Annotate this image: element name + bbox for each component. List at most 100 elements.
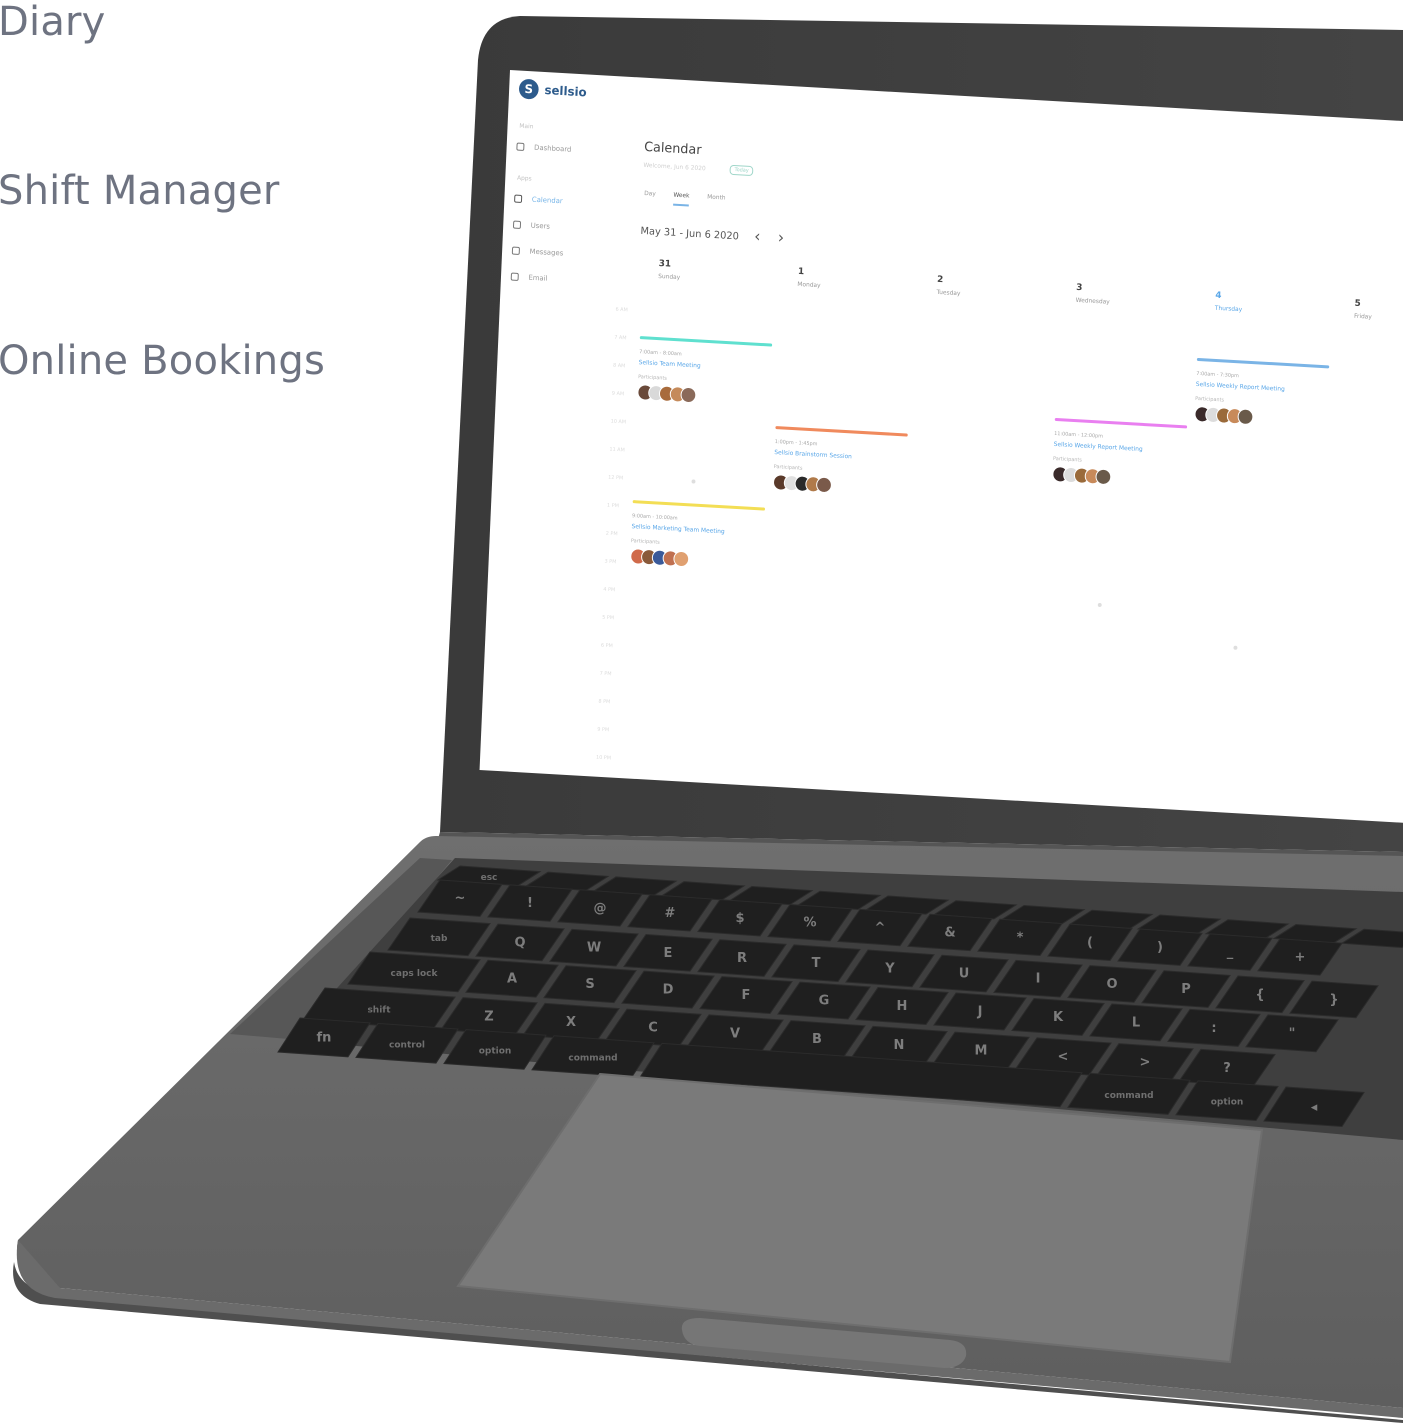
app-logo[interactable]: S sellsio	[518, 78, 588, 103]
key-label: (	[1087, 935, 1093, 950]
key-label: #	[665, 906, 676, 921]
calendar-event[interactable]: 1:00pm - 1:45pm Sellsio Brainstorm Sessio…	[772, 426, 908, 498]
time-label: 7 AM	[614, 334, 627, 342]
key-label: H	[897, 999, 908, 1014]
key-label: shift	[367, 1006, 391, 1016]
day-number: 3	[1076, 282, 1083, 294]
day-number: 31	[658, 258, 672, 270]
day-number: 4	[1215, 290, 1222, 302]
calendar-event[interactable]: 7:00am - 7:30pm Sellsio Weekly Report Mee…	[1194, 357, 1330, 430]
time-label: 8 PM	[598, 698, 611, 706]
avatar[interactable]	[815, 476, 833, 494]
key-label: U	[959, 967, 970, 982]
participant-avatars	[637, 384, 770, 408]
time-label: 10 PM	[595, 754, 612, 762]
sidebar-item-label: Email	[528, 273, 548, 283]
key-label: &	[944, 925, 955, 940]
time-label: 9 PM	[597, 726, 610, 734]
event-color-bar	[1196, 357, 1330, 369]
avatar[interactable]	[1237, 408, 1254, 426]
tab-day[interactable]: Day	[644, 190, 656, 205]
sidebar-item-calendar[interactable]: Calendar	[514, 191, 613, 213]
key-label: command	[1104, 1091, 1153, 1101]
key-label: {	[1255, 987, 1264, 1002]
avatar[interactable]	[673, 550, 690, 568]
time-label: 3 PM	[604, 558, 617, 566]
chevron-left-icon[interactable]: ‹	[754, 226, 761, 245]
day-name: Sunday	[658, 272, 681, 282]
day-name: Thursday	[1214, 304, 1243, 314]
key-label: I	[1036, 972, 1041, 987]
day-name: Monday	[797, 280, 821, 290]
tab-week[interactable]: Week	[672, 191, 690, 207]
sidebar-item-label: Dashboard	[533, 143, 572, 154]
sidebar-item-label: Calendar	[531, 195, 563, 206]
key-label: control	[389, 1040, 425, 1050]
sidebar-item-users[interactable]: Users	[512, 217, 612, 239]
key-label: A	[507, 972, 517, 987]
key-label: tab	[431, 934, 448, 944]
users-icon	[512, 220, 522, 230]
mail-icon	[510, 272, 519, 282]
key-label: V	[730, 1026, 740, 1041]
avatar[interactable]	[1095, 468, 1112, 486]
time-label: 2 PM	[605, 530, 618, 538]
participant-avatars	[1052, 465, 1185, 490]
key-label: D	[663, 983, 674, 998]
slot-marker	[1233, 645, 1238, 650]
key-label: !	[527, 896, 533, 911]
time-label: 6 AM	[615, 306, 628, 314]
day-number: 1	[797, 266, 805, 278]
participant-avatars	[1194, 405, 1327, 430]
sidebar-item-messages[interactable]: Messages	[511, 243, 611, 265]
day-number: 2	[936, 274, 944, 286]
today-badge[interactable]: Today	[729, 164, 754, 177]
calendar-event[interactable]: 11:00am - 12:00pm Sellsio Weekly Report M…	[1052, 417, 1188, 490]
key-label: fn	[317, 1030, 332, 1045]
chat-icon	[511, 246, 520, 256]
sidebar-group-label: Main	[519, 122, 534, 131]
key-label: >	[1140, 1055, 1151, 1070]
key-label: option	[1211, 1098, 1244, 1108]
tab-month[interactable]: Month	[707, 194, 726, 209]
sidebar-item-email[interactable]: Email	[510, 269, 609, 291]
sidebar-group-label: Apps	[516, 174, 532, 183]
key-label: G	[819, 994, 830, 1009]
key-label: caps lock	[391, 969, 439, 979]
key-label: _	[1227, 945, 1234, 960]
calendar-event[interactable]: 9:00am - 10:00am Sellsio Marketing Team M…	[629, 500, 766, 572]
key-label: ~	[455, 891, 466, 906]
key-label: E	[664, 946, 673, 961]
slot-marker	[691, 479, 696, 484]
chevron-right-icon[interactable]: ›	[777, 228, 784, 247]
time-label: 6 PM	[600, 642, 613, 650]
participant-avatars	[772, 474, 906, 498]
key-label: ?	[1223, 1061, 1231, 1076]
key-label: X	[566, 1015, 576, 1030]
time-label: 4 PM	[603, 586, 616, 594]
key-label: ^	[875, 921, 886, 936]
key-label: )	[1157, 940, 1163, 955]
logo-mark: S	[518, 78, 540, 100]
key-label: <	[1058, 1049, 1069, 1064]
key-label: P	[1181, 982, 1191, 997]
day-name: Friday	[1353, 312, 1372, 321]
avatar[interactable]	[680, 386, 697, 404]
key-label: Q	[514, 935, 525, 950]
key-label: command	[568, 1053, 617, 1063]
view-tabs: Day Week Month	[644, 190, 726, 209]
page-subtitle: Welcome, Jun 6 2020	[643, 161, 706, 173]
event-color-bar	[1054, 417, 1188, 429]
key-label: }	[1329, 992, 1338, 1007]
key-label: Z	[484, 1009, 493, 1024]
key-label: $	[735, 911, 744, 926]
calendar-event[interactable]: 7:00am - 8:00am Sellsio Team Meeting Parti…	[637, 336, 773, 408]
sidebar-item-dashboard[interactable]: Dashboard	[516, 139, 615, 161]
time-label: 12 PM	[608, 474, 624, 482]
sidebar-item-label: Messages	[529, 247, 564, 258]
key-label: B	[812, 1032, 822, 1047]
page-title: Calendar	[643, 139, 702, 159]
key-label: :	[1211, 1021, 1216, 1036]
date-range: May 31 - Jun 6 2020	[640, 225, 740, 243]
calendar-icon	[514, 194, 523, 204]
